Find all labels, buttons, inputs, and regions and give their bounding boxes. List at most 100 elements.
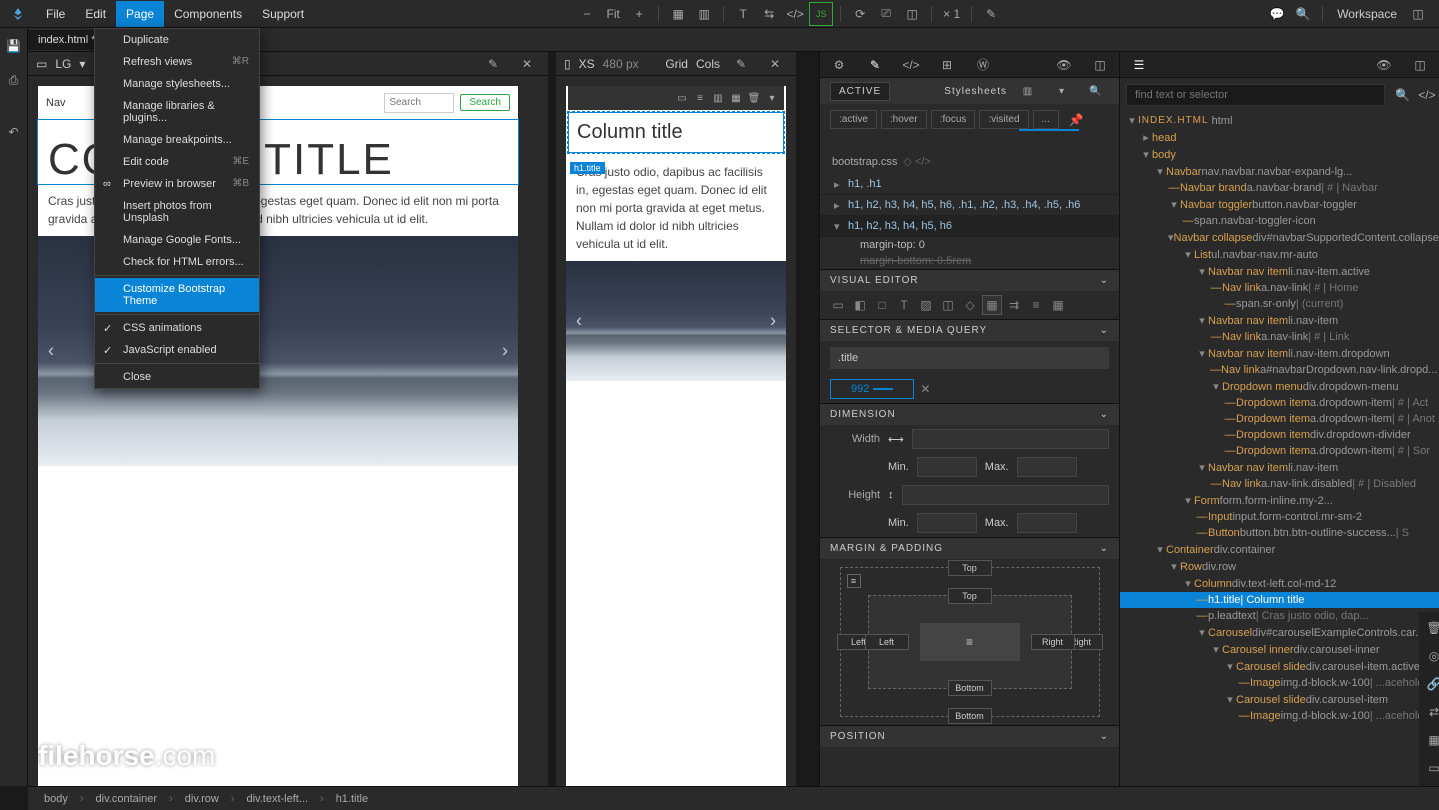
pseudo-hover[interactable]: :hover xyxy=(881,110,927,129)
dimension-header[interactable]: DIMENSION xyxy=(830,409,896,420)
menu-components[interactable]: Components xyxy=(164,1,252,27)
menu-page[interactable]: Page xyxy=(116,1,164,27)
tree-row[interactable]: ▾Carousel div#carouselExampleControls.ca… xyxy=(1120,624,1439,641)
menu-item[interactable]: CSS animations✓ xyxy=(95,317,259,339)
tree-row[interactable]: ▾Navbar nav item li.nav-item.dropdown xyxy=(1120,345,1439,362)
padding-bottom-input[interactable] xyxy=(948,680,992,696)
menu-item[interactable]: Duplicate xyxy=(95,29,259,51)
pseudo-focus[interactable]: :focus xyxy=(931,110,976,129)
pin-icon[interactable]: 📌 xyxy=(1069,113,1084,127)
height-input[interactable] xyxy=(902,485,1110,505)
tree-row[interactable]: —Dropdown item a.dropdown-item | # | Sor xyxy=(1120,443,1439,459)
position-icon[interactable]: ▦ xyxy=(982,295,1002,315)
visual-editor-header[interactable]: VISUAL EDITOR xyxy=(830,275,919,286)
zoom-fit[interactable]: Fit xyxy=(601,2,625,26)
crumb[interactable]: h1.title xyxy=(330,791,374,807)
search-button[interactable]: Search xyxy=(460,94,510,111)
tree-row[interactable]: ▾Navbar nav.navbar.navbar-expand-lg... xyxy=(1120,163,1439,180)
tree-tab-icon[interactable]: ☰ xyxy=(1127,53,1151,77)
size-label[interactable]: LG xyxy=(55,57,71,71)
tree-row[interactable]: —Dropdown item a.dropdown-item | # | Act xyxy=(1120,395,1439,411)
chevron-down-icon[interactable]: ▾ xyxy=(1050,79,1074,103)
clear-icon[interactable]: ✕ xyxy=(920,382,930,396)
tree-row[interactable]: —p.leadtext | Cras justo odio, dap... xyxy=(1120,608,1439,624)
sheet-icon[interactable]: ▥ xyxy=(1016,79,1040,103)
tree-row[interactable]: —Navbar brand a.navbar-brand | # | Navba… xyxy=(1120,180,1439,196)
layout2-icon[interactable]: ◧ xyxy=(850,295,870,315)
align-icon[interactable]: ≡ xyxy=(692,90,708,106)
brush-icon[interactable]: ✎ xyxy=(863,53,887,77)
padding-right-input[interactable] xyxy=(1031,634,1075,650)
layout3-icon[interactable]: □ xyxy=(872,295,892,315)
table-icon[interactable]: ▦ xyxy=(1048,295,1068,315)
tree-row[interactable]: ▾Carousel slide div.carousel-item.active xyxy=(1120,658,1439,675)
border-icon[interactable]: ◫ xyxy=(938,295,958,315)
tree-row[interactable]: ▾Navbar nav item li.nav-item.active xyxy=(1120,263,1439,280)
chat-icon[interactable]: 💬 xyxy=(1265,2,1289,26)
menu-item[interactable]: Close xyxy=(95,366,259,388)
js-icon[interactable]: JS xyxy=(809,2,833,26)
max-input[interactable] xyxy=(1017,457,1077,477)
tree-row[interactable]: ▾Row div.row xyxy=(1120,558,1439,575)
menu-item[interactable]: Edit code⌘E xyxy=(95,151,259,173)
chevron-down-icon[interactable]: ▾ xyxy=(1126,114,1138,127)
code-icon[interactable]: </> xyxy=(783,2,807,26)
collapse-icon[interactable]: ⌄ xyxy=(1100,325,1109,336)
stylesheets-label[interactable]: Stylesheets xyxy=(944,86,1007,97)
wand-icon[interactable]: ✎ xyxy=(481,52,505,76)
cols-label[interactable]: Cols xyxy=(696,57,720,71)
zoom-out-icon[interactable]: − xyxy=(575,2,599,26)
tree-row[interactable]: —Input input.form-control.mr-sm-2 xyxy=(1120,509,1439,525)
tree-row[interactable]: —span.navbar-toggler-icon xyxy=(1120,213,1439,229)
brush-icon[interactable]: ✎ xyxy=(979,2,1003,26)
width-input[interactable] xyxy=(912,429,1109,449)
css-file[interactable]: bootstrap.css◇ </> xyxy=(820,149,1119,174)
grid-label[interactable]: Grid xyxy=(665,57,688,71)
edit-icon[interactable]: ✎ xyxy=(729,52,753,76)
tree-row[interactable]: ▾Container div.container xyxy=(1120,541,1439,558)
tree-row[interactable]: —Nav link a.nav-link | # | Home xyxy=(1120,280,1439,296)
link-icon[interactable]: 🔗 xyxy=(1422,672,1439,696)
list-icon[interactable]: ≡ xyxy=(1026,295,1046,315)
tree-row[interactable]: ▾Navbar collapse div#navbarSupportedCont… xyxy=(1120,229,1439,246)
workspace-icon[interactable]: ◫ xyxy=(1406,2,1430,26)
carousel-prev-icon[interactable]: ‹ xyxy=(48,341,54,362)
css-rule[interactable]: ▾h1, h2, h3, h4, h5, h6 xyxy=(820,216,1119,237)
media-query[interactable]: 992 xyxy=(830,379,914,399)
link-icon[interactable]: ≡ xyxy=(847,574,861,588)
tree-row[interactable]: ▾Carousel inner div.carousel-inner xyxy=(1120,641,1439,658)
refresh-icon[interactable]: ⟳ xyxy=(848,2,872,26)
tree-row[interactable]: ▾Navbar nav item li.nav-item xyxy=(1120,459,1439,476)
carousel-prev-icon[interactable]: ‹ xyxy=(576,311,582,332)
padding-left-input[interactable] xyxy=(865,634,909,650)
tree-root[interactable]: ▾ INDEX.HTML html xyxy=(1120,112,1439,129)
menu-item[interactable]: Refresh views⌘R xyxy=(95,51,259,73)
app-logo[interactable] xyxy=(8,4,28,24)
menu-support[interactable]: Support xyxy=(252,1,314,27)
crumb[interactable]: body xyxy=(38,791,74,807)
css-rule[interactable]: ▸h1, h2, h3, h4, h5, h6, .h1, .h2, .h3, … xyxy=(820,195,1119,216)
text-icon[interactable]: T xyxy=(731,2,755,26)
pseudo-active[interactable]: :active xyxy=(830,110,877,129)
crumb[interactable]: div.row xyxy=(179,791,225,807)
tree-row[interactable]: ▾Navbar toggler button.navbar-toggler xyxy=(1120,196,1439,213)
min-input[interactable] xyxy=(917,513,977,533)
tree-row[interactable]: —span.sr-only | (current) xyxy=(1120,296,1439,312)
shape-icon[interactable]: ◇ xyxy=(960,295,980,315)
box-icon[interactable]: ▭ xyxy=(1422,756,1439,780)
search-icon[interactable]: 🔍 xyxy=(1291,2,1315,26)
move-icon[interactable]: ▭ xyxy=(674,90,690,106)
menu-item[interactable]: Manage stylesheets... xyxy=(95,73,259,95)
margin-padding-header[interactable]: MARGIN & PADDING xyxy=(830,543,943,554)
tree-row[interactable]: —Nav link a#navbarDropdown.nav-link.drop… xyxy=(1120,362,1439,378)
layout1-icon[interactable]: ▭ xyxy=(828,295,848,315)
workspace-label[interactable]: Workspace xyxy=(1329,7,1405,21)
undo-icon[interactable]: ↶ xyxy=(2,120,26,144)
menu-item[interactable]: JavaScript enabled✓ xyxy=(95,339,259,361)
tree-row[interactable]: ▸head xyxy=(1120,129,1439,146)
collapse-icon[interactable]: ⌄ xyxy=(1100,731,1109,742)
crumb[interactable]: div.container xyxy=(90,791,164,807)
tree-row[interactable]: ▾body xyxy=(1120,146,1439,163)
selector-header[interactable]: SELECTOR & MEDIA QUERY xyxy=(830,325,987,336)
min-input[interactable] xyxy=(917,457,977,477)
